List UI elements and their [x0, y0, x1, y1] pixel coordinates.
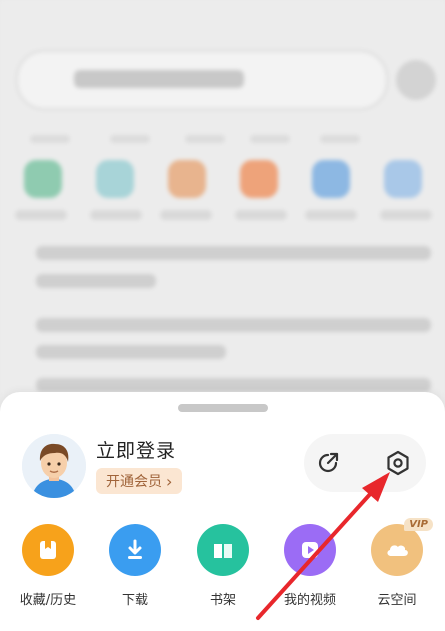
item-my-videos[interactable]: 我的视频: [270, 524, 350, 608]
background-icon: [24, 160, 62, 198]
avatar[interactable]: [22, 434, 86, 498]
background-label: [235, 210, 287, 220]
item-download[interactable]: 下载: [95, 524, 175, 608]
bookmark-icon: [40, 541, 56, 559]
item-label: 云空间: [377, 593, 417, 608]
cloud-icon: [387, 545, 408, 556]
item-icon-circle: [109, 524, 161, 576]
background-text-line: [36, 318, 431, 332]
default-avatar-icon: [22, 434, 86, 498]
background-icon: [168, 160, 206, 198]
item-label: 下载: [121, 593, 148, 608]
background-label: [15, 210, 67, 220]
background-icon: [240, 160, 278, 198]
video-icon: [302, 542, 318, 558]
background-label: [90, 210, 142, 220]
book-icon: [214, 544, 232, 558]
profile-bottom-sheet: 立即登录 开通会员 › 收藏/历史 下载 书架 我的视频 VIP 云空间: [0, 392, 445, 631]
background-icon: [312, 160, 350, 198]
download-icon: [128, 539, 142, 559]
item-label: 我的视频: [283, 593, 336, 608]
item-icon-circle: [197, 524, 249, 576]
background-icon: [384, 160, 422, 198]
background-tab: [185, 135, 225, 143]
share-icon: [318, 452, 339, 473]
chevron-right-icon: ›: [166, 471, 173, 491]
share-button[interactable]: [310, 445, 346, 481]
settings-icon: [387, 450, 409, 476]
login-prompt[interactable]: 立即登录: [96, 436, 176, 463]
background-tab: [30, 135, 70, 143]
background-text-line: [36, 345, 226, 359]
background-text-line: [36, 246, 431, 260]
item-cloud-space[interactable]: VIP 云空间: [357, 518, 437, 608]
background-tab: [110, 135, 150, 143]
background-icon: [96, 160, 134, 198]
item-icon-circle: [284, 524, 336, 576]
background-label: [160, 210, 212, 220]
open-vip-label: 开通会员: [106, 474, 162, 490]
item-label: 收藏/历史: [19, 593, 77, 608]
item-bookshelf[interactable]: 书架: [183, 524, 263, 608]
item-icon-circle: VIP: [371, 518, 433, 576]
drag-handle[interactable]: [178, 404, 268, 412]
item-label: 书架: [209, 593, 236, 608]
background-text-line: [36, 378, 431, 392]
background-tab: [250, 135, 290, 143]
background-label: [380, 210, 432, 220]
background-search-text: [74, 70, 244, 88]
utility-button-group: [304, 434, 426, 492]
background-text-line: [36, 274, 156, 288]
quick-access-row: 收藏/历史 下载 书架 我的视频 VIP 云空间: [0, 518, 445, 614]
item-favorites-history[interactable]: 收藏/历史: [8, 524, 88, 608]
item-icon-circle: [22, 524, 74, 576]
background-avatar: [396, 60, 436, 100]
vip-badge: VIP: [404, 518, 433, 531]
settings-button[interactable]: [380, 445, 416, 481]
background-tab: [320, 135, 360, 143]
open-vip-button[interactable]: 开通会员 ›: [96, 468, 183, 494]
background-label: [305, 210, 357, 220]
